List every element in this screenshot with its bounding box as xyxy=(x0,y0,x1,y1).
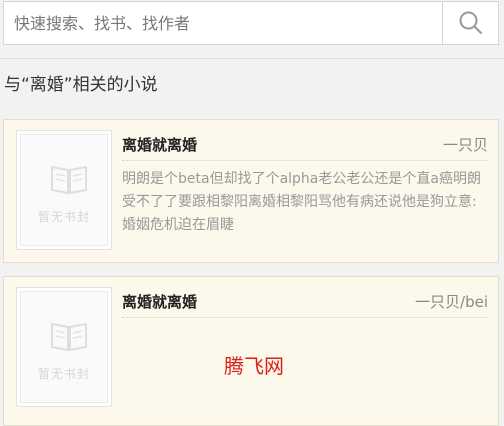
search-bar xyxy=(3,1,499,45)
book-cover: 暂无书封 xyxy=(16,130,112,250)
cover-placeholder-text: 暂无书封 xyxy=(37,367,90,381)
book-title[interactable]: 离婚就离婚 xyxy=(122,134,197,155)
search-button[interactable] xyxy=(442,2,498,44)
book-description: 明朗是个beta但却找了个alpha老公老公还是个直a癌明朗受不了了要跟相黎阳离… xyxy=(122,171,481,233)
book-author[interactable]: 一只贝 xyxy=(443,134,488,155)
dotted-divider xyxy=(122,160,488,161)
cover-frame: 暂无书封 xyxy=(20,291,108,403)
book-title[interactable]: 离婚就离婚 xyxy=(122,291,197,312)
watermark: 腾飞网 xyxy=(224,354,284,378)
search-icon xyxy=(459,11,482,35)
book-cover: 暂无书封 xyxy=(16,287,112,407)
open-book-icon xyxy=(51,322,87,352)
dotted-divider xyxy=(122,317,488,318)
book-author[interactable]: 一只贝/bei xyxy=(415,291,488,312)
header-divider xyxy=(0,58,504,59)
book-card[interactable]: 暂无书封 离婚就离婚 一只贝 明朗是个beta但却找了个alpha老公老公还是个… xyxy=(3,119,499,263)
section-title: 与“离婚”相关的小说 xyxy=(4,75,158,95)
search-input[interactable] xyxy=(4,2,444,44)
cover-placeholder-text: 暂无书封 xyxy=(37,210,90,224)
open-book-icon xyxy=(51,165,87,195)
cover-frame: 暂无书封 xyxy=(20,134,108,246)
